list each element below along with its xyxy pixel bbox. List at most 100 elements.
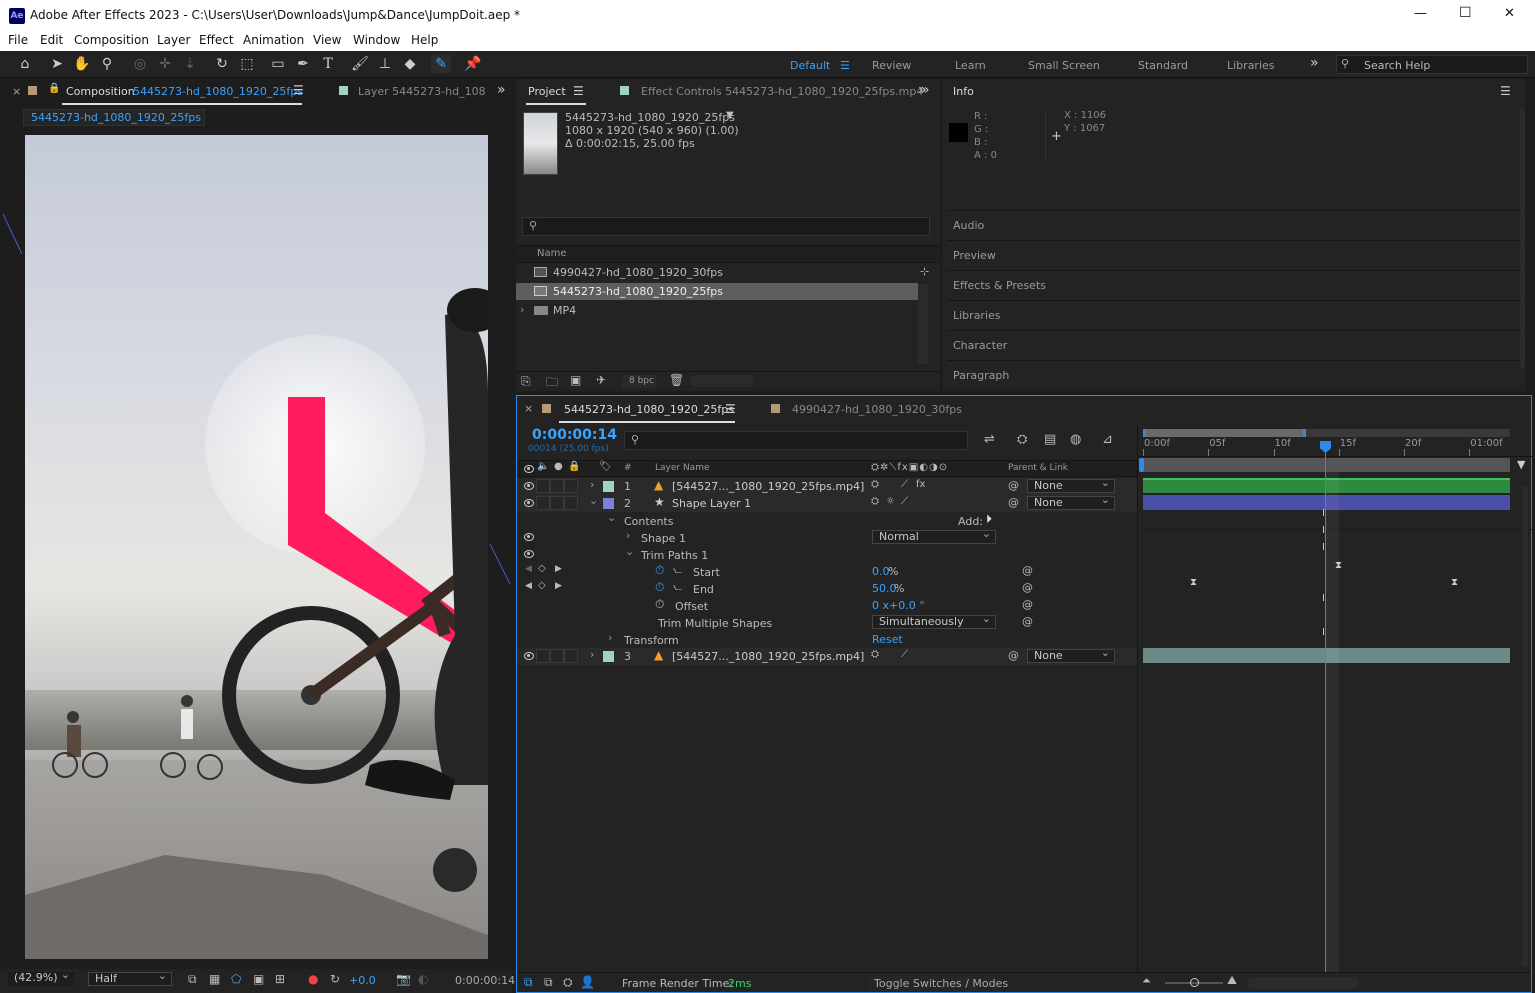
transfer-controls-icon[interactable]: ⧉ <box>544 975 553 990</box>
fx-switch-icon[interactable]: fx <box>916 479 925 490</box>
start-keyframe-icon[interactable]: ⧗ <box>1335 560 1342 571</box>
rectangle-tool-icon[interactable]: ▭ <box>268 55 288 73</box>
zoom-tool-icon[interactable]: ⚲ <box>97 55 117 73</box>
menu-file[interactable]: File <box>8 33 28 47</box>
time-graph-scrollbar[interactable] <box>1522 486 1528 966</box>
shape1-label[interactable]: Shape 1 <box>641 532 686 545</box>
expression-icon[interactable]: @ <box>1022 564 1033 577</box>
trim-paths-label[interactable]: Trim Paths 1 <box>641 549 708 562</box>
solo-toggle[interactable] <box>550 479 564 493</box>
transparency-grid-icon[interactable]: ▦ <box>209 972 220 986</box>
property-row[interactable]: ⌄ Trim Paths 1 <box>517 545 1137 563</box>
lock-toggle-icon[interactable]: 🔒 <box>48 83 60 94</box>
lock-icon[interactable] <box>28 86 37 95</box>
start-value[interactable]: 0.0 <box>872 565 890 578</box>
add-keyframe-icon[interactable]: ◇ <box>538 580 546 591</box>
hand-tool-icon[interactable]: ✋ <box>72 55 92 73</box>
lock-toggle[interactable] <box>564 649 578 663</box>
project-list-scrollbar[interactable] <box>918 284 928 364</box>
comp-current-time[interactable]: 0:00:00:14 <box>455 974 515 987</box>
selection-tool-icon[interactable]: ➤ <box>47 55 67 73</box>
label-tag-icon[interactable]: 🏷 <box>599 461 612 472</box>
layer-label-color[interactable] <box>603 651 614 662</box>
timeline-tab-menu-icon[interactable]: ☰ <box>725 402 736 416</box>
interpret-footage-icon[interactable]: ⎘ <box>521 374 531 389</box>
zoom-out-icon[interactable]: ⏶ <box>1142 974 1151 988</box>
timeline-tab-active[interactable]: 5445273-hd_1080_1920_25fps <box>564 403 734 416</box>
puppet-pin-tool-icon[interactable]: 📌 <box>463 55 483 73</box>
expand-chevron-icon[interactable]: › <box>626 529 630 542</box>
add-button-icon[interactable]: ⏵ <box>986 512 992 527</box>
layer-visibility-icon[interactable] <box>524 482 534 490</box>
render-time-icon[interactable]: 👤 <box>580 975 595 989</box>
workspace-menu-icon[interactable]: ☰ <box>840 59 850 72</box>
next-keyframe-icon[interactable]: ▶ <box>555 581 562 591</box>
menu-help[interactable]: Help <box>411 33 438 47</box>
parent-link-column-header[interactable]: Parent & Link <box>1008 463 1068 473</box>
dolly-camera-icon[interactable]: ⇣ <box>180 55 200 73</box>
expression-icon[interactable]: @ <box>1022 598 1033 611</box>
workspace-libraries[interactable]: Libraries <box>1227 59 1275 72</box>
blend-mode-dropdown[interactable]: Normal <box>872 528 996 544</box>
end-value[interactable]: 50.0 <box>872 582 897 595</box>
previous-keyframe-icon[interactable]: ◀ <box>525 581 532 591</box>
composition-panel-menu-icon[interactable]: ☰ <box>293 83 304 97</box>
solo-toggle[interactable] <box>550 649 564 663</box>
previous-keyframe-icon[interactable]: ◀ <box>525 564 532 574</box>
layer-visibility-icon[interactable] <box>524 499 534 507</box>
solo-toggle[interactable] <box>550 496 564 510</box>
work-area-start-marker[interactable] <box>1139 458 1144 472</box>
layer-name[interactable]: [544527..._1080_1920_25fps.mp4] <box>672 480 864 493</box>
time-navigator-range[interactable] <box>1143 429 1306 437</box>
quality-switch-icon[interactable]: ⟋ <box>901 479 908 490</box>
composition-tab-label[interactable]: Composition <box>66 85 135 98</box>
project-tab[interactable]: Project <box>528 85 566 98</box>
menu-view[interactable]: View <box>313 33 341 47</box>
layer-switches-icon[interactable]: ⧉ <box>524 975 533 990</box>
collapse-switch-icon[interactable]: ☼ <box>886 496 895 507</box>
time-graph[interactable]: 0:00f 05f 10f 15f 20f 01:00f ▼ ⧗ ⧗ ⧗ I I I I … <box>1137 426 1532 972</box>
add-keyframe-icon[interactable]: ◇ <box>538 563 546 574</box>
minimize-button[interactable]: — <box>1414 6 1427 21</box>
layer-name-column-header[interactable]: Layer Name <box>655 463 710 473</box>
shy-switch-icon[interactable]: ⛭ <box>871 649 879 660</box>
property-row[interactable]: › Shape 1 Normal <box>517 528 1137 546</box>
work-area-end-icon[interactable]: ▼ <box>1517 458 1525 471</box>
timeline-horizontal-scrollbar[interactable] <box>1247 977 1359 989</box>
expression-icon[interactable]: @ <box>1022 615 1033 628</box>
zoom-in-icon[interactable]: ⛰ <box>1227 973 1237 988</box>
draft-3d-icon[interactable]: ⛭ <box>1017 432 1027 447</box>
time-ruler[interactable]: 0:00f 05f 10f 15f 20f 01:00f <box>1138 437 1532 457</box>
resolution-dropdown[interactable]: Half <box>88 970 172 986</box>
lock-toggle[interactable] <box>564 496 578 510</box>
work-area-bar[interactable] <box>1143 458 1510 472</box>
parent-dropdown[interactable]: None <box>1027 647 1115 663</box>
composition-mini-flowchart-icon[interactable]: ⇌ <box>984 432 995 447</box>
section-audio[interactable]: Audio <box>947 210 1521 238</box>
timeline-close-icon[interactable]: × <box>524 402 533 415</box>
close-window-button[interactable]: ✕ <box>1504 6 1515 21</box>
property-row[interactable]: ◀ ◇ ▶ ⏱ ⦦ Start 0.0 % @ <box>517 563 1137 580</box>
pick-whip-icon[interactable]: @ <box>1008 649 1019 662</box>
shape-visibility-icon[interactable] <box>524 533 534 541</box>
pen-tool-icon[interactable]: ✒ <box>293 55 313 73</box>
mask-visibility-icon[interactable]: ⬠ <box>231 972 241 986</box>
layer-visibility-icon[interactable] <box>524 652 534 660</box>
guides-icon[interactable]: ⊞ <box>275 972 285 986</box>
stopwatch-icon[interactable]: ⏱ <box>655 580 664 595</box>
in-out-icon[interactable]: ⛭ <box>563 975 573 990</box>
eraser-tool-icon[interactable]: ◆ <box>400 55 420 73</box>
section-libraries[interactable]: Libraries <box>947 300 1521 328</box>
workspace-small-screen[interactable]: Small Screen <box>1028 59 1100 72</box>
frame-blending-icon[interactable]: ▤ <box>1044 432 1056 447</box>
project-panel-menu-icon[interactable]: ☰ <box>573 84 584 98</box>
layer-row[interactable]: ⌄ 2 ★ Shape Layer 1 ⛭ ☼ ⟋ @ None <box>517 494 1137 512</box>
section-effects-presets[interactable]: Effects & Presets <box>947 270 1521 298</box>
flowchart-icon[interactable]: ⊹ <box>920 265 929 278</box>
layer-label-color[interactable] <box>603 498 614 509</box>
end-keyframe-icon[interactable]: ⧗ <box>1451 577 1458 588</box>
layer-row[interactable]: › 3 ▲ [544527..._1080_1920_25fps.mp4] ⛭ … <box>517 647 1137 665</box>
roto-brush-tool-icon[interactable]: ✎ <box>431 55 451 73</box>
lock-column-icon[interactable]: 🔒 <box>568 461 580 472</box>
video-eye-icon[interactable] <box>524 465 534 473</box>
